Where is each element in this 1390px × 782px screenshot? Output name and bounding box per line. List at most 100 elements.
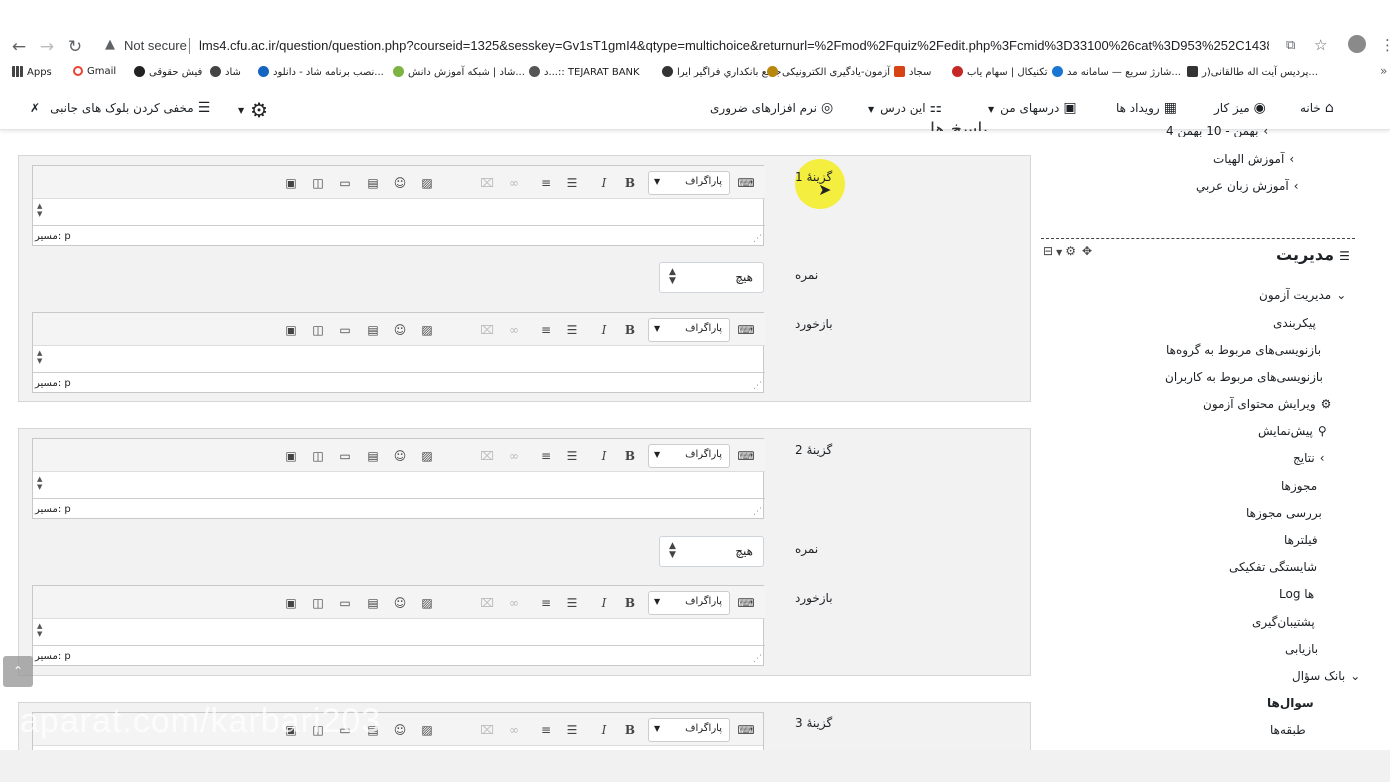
bookmark-gmail[interactable]: Gmail: [73, 66, 116, 77]
nav-home[interactable]: خانه ⌂: [1300, 100, 1334, 116]
image-icon[interactable]: ▨: [414, 318, 440, 342]
sidebar-edit-quiz[interactable]: ویرایش محتوای آزمون ⚙: [1203, 397, 1331, 411]
bold-icon[interactable]: B: [617, 318, 643, 342]
resize-grip-icon[interactable]: ⋰: [753, 654, 762, 664]
grade-select-2[interactable]: هیچ ▲ ▼: [659, 536, 764, 567]
nav-dashboard[interactable]: میز کار ◉: [1214, 100, 1266, 116]
sidebar-quiz-admin[interactable]: مدیریت آزمون ⌄: [1259, 288, 1346, 302]
back-to-top-button[interactable]: ⌃: [3, 656, 33, 687]
resize-grip-icon[interactable]: ⋰: [753, 507, 762, 517]
sidebar-check-permissions[interactable]: بررسی مجوزها: [1246, 506, 1322, 520]
numbered-list-icon[interactable]: ≡: [533, 591, 559, 615]
bold-icon[interactable]: B: [617, 444, 643, 468]
bookmark-apps[interactable]: Apps: [12, 66, 52, 78]
profile-avatar[interactable]: [1348, 35, 1366, 53]
paragraph-dropdown[interactable]: پاراگراف ▼: [648, 591, 730, 615]
bookmark-charge[interactable]: شارژ سریع — سامانه مد...: [1052, 66, 1181, 78]
numbered-list-icon[interactable]: ≡: [533, 318, 559, 342]
bookmark-bank[interactable]: جامع بانكداري فراگير ايرا: [662, 66, 782, 78]
resize-grip-icon[interactable]: ⋰: [753, 381, 762, 391]
file-icon[interactable]: ▭: [332, 171, 358, 195]
forward-icon[interactable]: →: [36, 36, 58, 58]
image-icon[interactable]: ▨: [414, 718, 440, 742]
bookmark-shad-install[interactable]: نصب برنامه شاد - دانلود...: [258, 66, 384, 78]
link-icon[interactable]: ∞: [501, 318, 527, 342]
sidebar-permissions[interactable]: مجوزها: [1281, 479, 1317, 493]
record-video-icon[interactable]: ▣: [278, 444, 304, 468]
bullet-list-icon[interactable]: ☰: [559, 718, 585, 742]
feedback-2-editor[interactable]: ⌨ پاراگراف ▼ B I ☰ ≡ ∞ ⌧ ▨ ☺ ▤ ▭ ◫ ▣ ▲ ▼ م…: [32, 585, 765, 666]
editor-content-area[interactable]: ▲ ▼: [33, 619, 765, 646]
link-icon[interactable]: ∞: [501, 444, 527, 468]
sidebar-results[interactable]: نتایج ‹: [1293, 451, 1325, 465]
bullet-list-icon[interactable]: ☰: [559, 171, 585, 195]
italic-icon[interactable]: I: [591, 718, 617, 742]
sidebar-preview[interactable]: پیش‌نمایش ⚲: [1258, 424, 1327, 438]
bookmark-pardis[interactable]: پرديس آيت اله طالقانی(ر...: [1187, 66, 1318, 78]
bookmark-salary[interactable]: فیش حقوقی: [134, 66, 202, 78]
numbered-list-icon[interactable]: ≡: [533, 171, 559, 195]
bullet-list-icon[interactable]: ☰: [559, 318, 585, 342]
bookmark-shad[interactable]: شاد: [210, 66, 241, 78]
bookmark-sahamyab[interactable]: تکنیکال | سهام یاب: [952, 66, 1048, 78]
paragraph-dropdown[interactable]: پاراگراف ▼: [648, 318, 730, 342]
sidebar-question-bank[interactable]: بانک سؤال ⌄: [1292, 669, 1360, 683]
move-icon[interactable]: ✥: [1082, 244, 1092, 258]
collapse-block-icon[interactable]: ⊟: [1043, 244, 1053, 258]
bullet-list-icon[interactable]: ☰: [559, 591, 585, 615]
star-icon[interactable]: ☆: [1314, 36, 1327, 54]
numbered-list-icon[interactable]: ≡: [533, 444, 559, 468]
sidebar-categories[interactable]: طبقه‌ها: [1270, 723, 1306, 737]
translate-icon[interactable]: ⧉: [1286, 38, 1295, 53]
nav-this-course[interactable]: ▼ این درس ⚏: [868, 100, 942, 116]
link-icon[interactable]: ∞: [501, 171, 527, 195]
image-icon[interactable]: ▨: [414, 171, 440, 195]
toolbar-toggle-icon[interactable]: ⌨: [733, 718, 759, 742]
sidebar-settings[interactable]: پیکربندی: [1273, 316, 1316, 330]
feedback-1-editor[interactable]: ⌨ پاراگراف ▼ B I ☰ ≡ ∞ ⌧ ▨ ☺ ▤ ▭ ◫ ▣ ▲ ▼ م…: [32, 312, 765, 393]
numbered-list-icon[interactable]: ≡: [533, 718, 559, 742]
nav-software[interactable]: نرم افزارهای ضروری ◎: [710, 100, 833, 116]
bold-icon[interactable]: B: [617, 171, 643, 195]
hide-blocks-button[interactable]: ✗ مخفی کردن بلوک های جانبی ☰: [30, 100, 210, 116]
editor-content-area[interactable]: ▲ ▼: [33, 199, 765, 226]
back-icon[interactable]: ←: [8, 36, 30, 58]
record-audio-icon[interactable]: ◫: [305, 318, 331, 342]
link-icon[interactable]: ∞: [501, 591, 527, 615]
bold-icon[interactable]: B: [617, 718, 643, 742]
bookmark-shad-network[interactable]: شاد | شبکه آموزش دانش...: [393, 66, 525, 78]
media-icon[interactable]: ▤: [360, 318, 386, 342]
italic-icon[interactable]: I: [591, 318, 617, 342]
bookmark-tejarat[interactable]: د...:: TEJARAT BANK: [529, 66, 640, 78]
bold-icon[interactable]: B: [617, 591, 643, 615]
paragraph-dropdown[interactable]: پاراگراف ▼: [648, 718, 730, 742]
unlink-icon[interactable]: ⌧: [474, 718, 500, 742]
file-icon[interactable]: ▭: [332, 591, 358, 615]
nav-events[interactable]: رویداد ها ▦: [1116, 100, 1177, 116]
link-icon[interactable]: ∞: [501, 718, 527, 742]
not-secure-label[interactable]: Not secure: [124, 38, 187, 53]
reload-icon[interactable]: ↻: [64, 36, 86, 58]
sidebar-competency[interactable]: شایستگی تفکیکی: [1229, 560, 1317, 574]
sidebar-course-arabic[interactable]: آموزش زبان عربي ‹: [1196, 179, 1299, 193]
record-audio-icon[interactable]: ◫: [305, 171, 331, 195]
bookmark-sajjad[interactable]: سجاد: [894, 66, 931, 78]
settings-gear-icon[interactable]: ▼ ⚙: [238, 98, 268, 122]
media-icon[interactable]: ▤: [360, 444, 386, 468]
editor-content-area[interactable]: ▲ ▼: [33, 346, 765, 373]
bookmark-elearning[interactable]: آزمون-یادگیری الکترونیکی: [767, 66, 890, 78]
sidebar-restore[interactable]: بازیابی: [1285, 642, 1318, 656]
unlink-icon[interactable]: ⌧: [474, 171, 500, 195]
sidebar-group-overrides[interactable]: بازنویسی‌های مربوط به گروه‌ها: [1166, 343, 1321, 357]
media-icon[interactable]: ▤: [360, 171, 386, 195]
sidebar-logs[interactable]: Log ها: [1279, 587, 1314, 601]
toolbar-toggle-icon[interactable]: ⌨: [733, 318, 759, 342]
paragraph-dropdown[interactable]: پاراگراف ▼: [648, 444, 730, 468]
emoji-icon[interactable]: ☺: [387, 718, 413, 742]
record-audio-icon[interactable]: ◫: [305, 591, 331, 615]
unlink-icon[interactable]: ⌧: [474, 591, 500, 615]
image-icon[interactable]: ▨: [414, 444, 440, 468]
sidebar-backup[interactable]: پشتیبان‌گیری: [1252, 615, 1315, 629]
record-audio-icon[interactable]: ◫: [305, 444, 331, 468]
sidebar-filters[interactable]: فیلترها: [1284, 533, 1318, 547]
